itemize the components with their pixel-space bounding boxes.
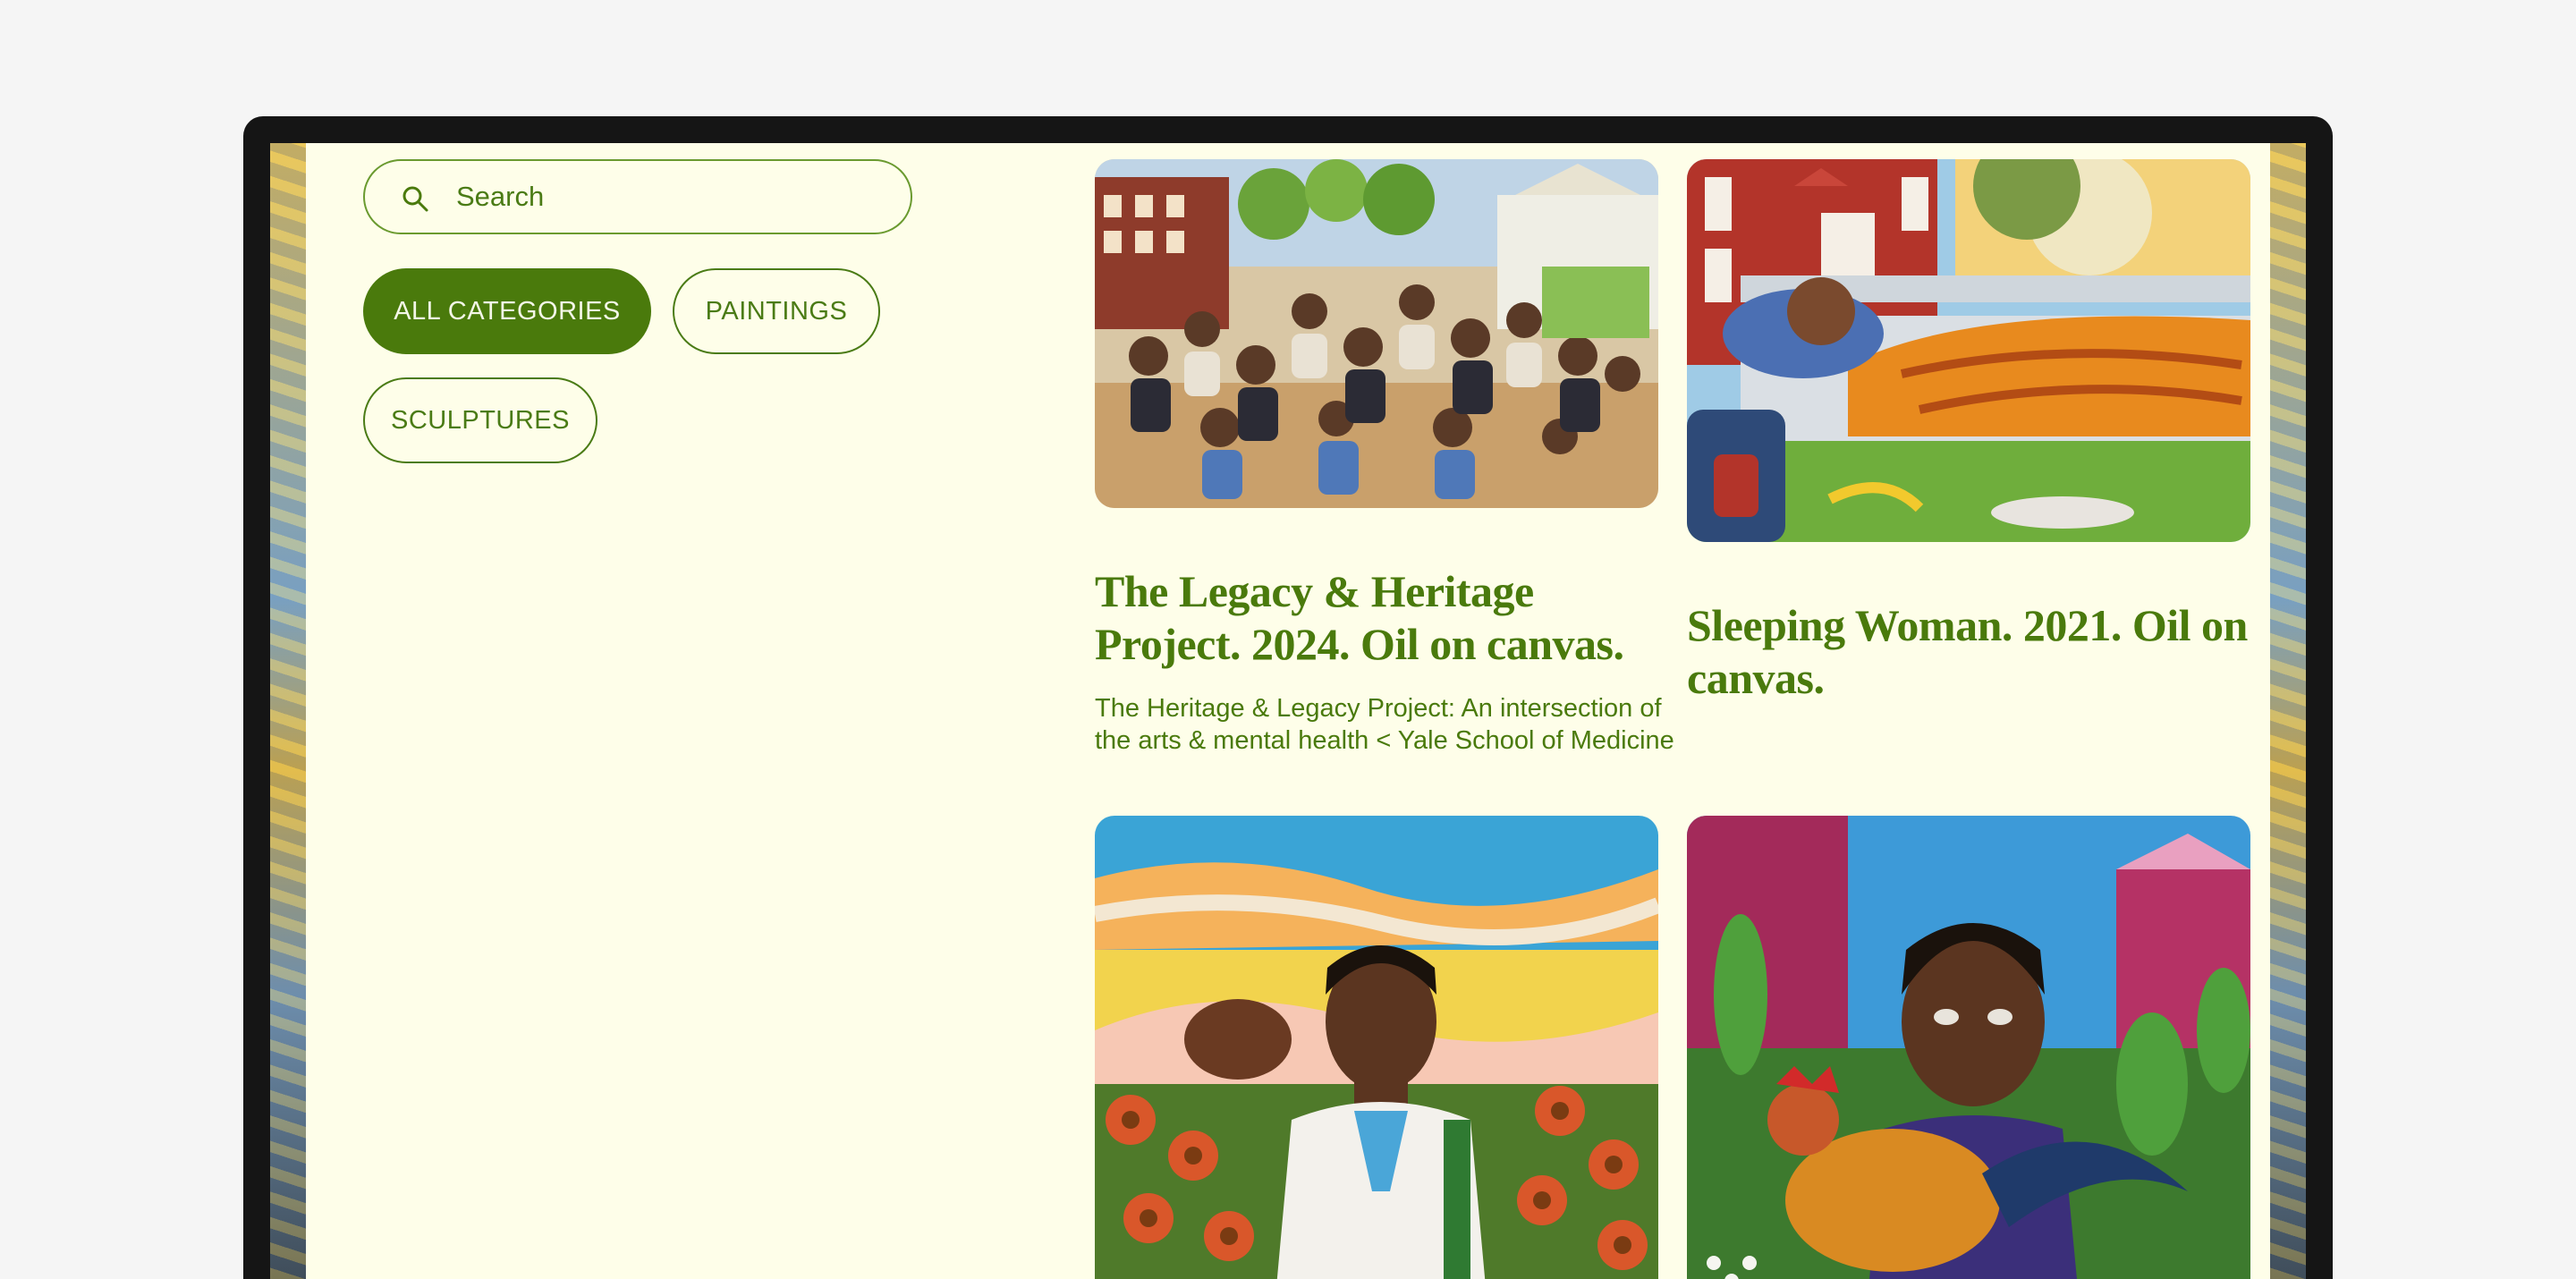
monitor-frame: ALL CATEGORIES PAINTINGS SCULPTURES	[243, 116, 2333, 1279]
group-portrait-painting	[1095, 159, 1658, 508]
sleeping-woman-painting	[1687, 159, 2250, 542]
search-box[interactable]	[363, 159, 912, 234]
artwork-title[interactable]: Sleeping Woman. 2021. Oil on canvas.	[1687, 599, 2250, 705]
artwork-title[interactable]: The Legacy & Heritage Project. 2024. Oil…	[1095, 565, 1685, 671]
man-in-white-coat-painting	[1095, 816, 1658, 1279]
artwork-image-sleeping-woman[interactable]	[1687, 159, 2250, 542]
screen: ALL CATEGORIES PAINTINGS SCULPTURES	[270, 143, 2306, 1279]
artwork-image-legacy-heritage[interactable]	[1095, 159, 1658, 508]
search-input[interactable]	[456, 177, 886, 216]
search-icon	[401, 184, 429, 213]
artwork-image-man-in-coat[interactable]	[1095, 816, 1658, 1279]
artwork-image-girl-with-rooster[interactable]	[1687, 816, 2250, 1279]
filter-all-categories[interactable]: ALL CATEGORIES	[363, 268, 651, 354]
filter-sculptures[interactable]: SCULPTURES	[363, 377, 597, 463]
girl-with-rooster-painting	[1687, 816, 2250, 1279]
artwork-description: The Heritage & Legacy Project: An inters…	[1095, 694, 1674, 755]
gallery-page: ALL CATEGORIES PAINTINGS SCULPTURES	[306, 143, 2270, 1279]
filter-paintings[interactable]: PAINTINGS	[673, 268, 880, 354]
